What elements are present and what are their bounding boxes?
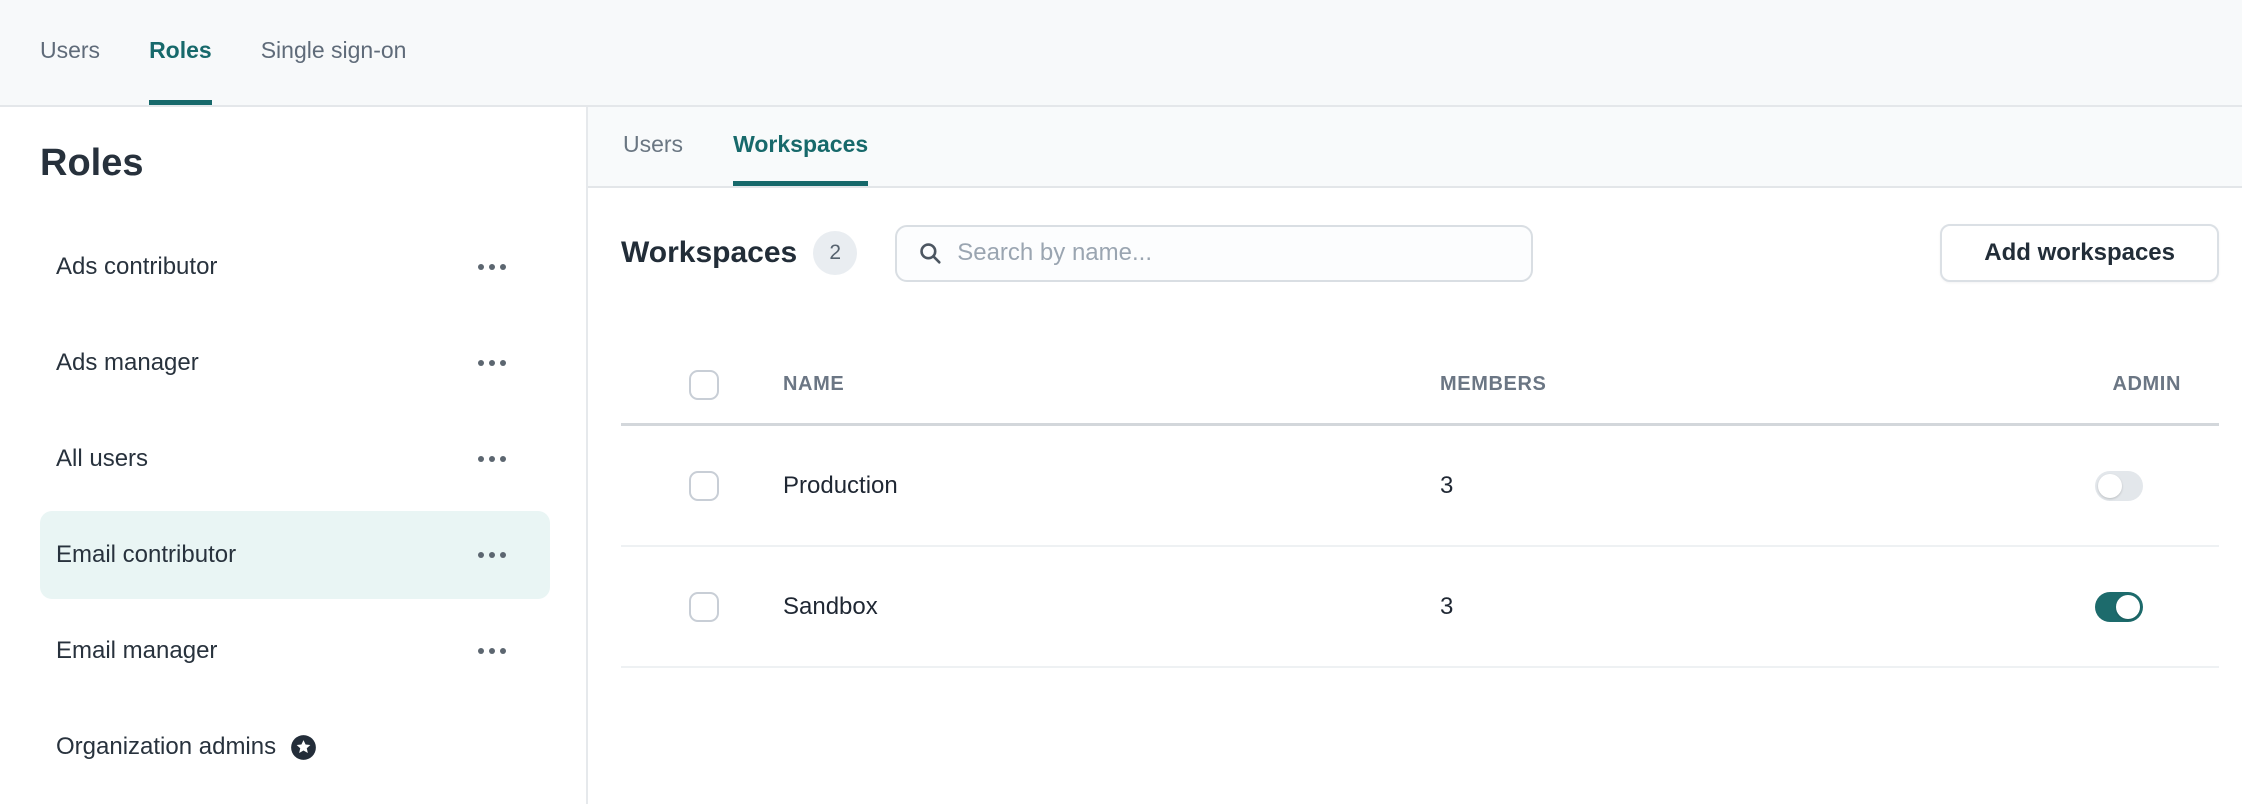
search-box: [895, 225, 1533, 282]
role-item-all-users[interactable]: All users: [40, 415, 550, 503]
workspace-name: Production: [783, 472, 1440, 500]
tab-users[interactable]: Users: [40, 0, 100, 105]
add-workspaces-button[interactable]: Add workspaces: [1940, 224, 2219, 282]
column-header-admin: ADMIN: [2095, 373, 2181, 396]
role-label-group: Organization admins: [56, 733, 317, 761]
ellipsis-icon[interactable]: [478, 256, 506, 278]
workspace-members-count: 3: [1440, 593, 2095, 621]
role-item-label: Email manager: [56, 637, 217, 665]
main-panel: Users Workspaces Workspaces 2 Add worksp…: [588, 107, 2242, 804]
role-item-label: All users: [56, 445, 148, 473]
role-item-ads-contributor[interactable]: Ads contributor: [40, 223, 550, 311]
table-row: Production 3: [621, 426, 2219, 547]
ellipsis-icon[interactable]: [478, 544, 506, 566]
page-title: Workspaces: [621, 236, 797, 270]
table-row: Sandbox 3: [621, 547, 2219, 668]
star-circle-icon: [290, 734, 317, 761]
roles-sidebar: Roles Ads contributor Ads manager All us…: [0, 107, 588, 804]
admin-toggle[interactable]: [2095, 471, 2143, 501]
toggle-knob: [2116, 595, 2140, 619]
row-checkbox[interactable]: [689, 592, 719, 622]
role-item-email-manager[interactable]: Email manager: [40, 607, 550, 695]
count-badge: 2: [813, 231, 857, 275]
column-header-members: MEMBERS: [1440, 373, 2095, 396]
tab-single-sign-on[interactable]: Single sign-on: [261, 0, 407, 105]
search-input[interactable]: [957, 239, 1511, 267]
tab-roles[interactable]: Roles: [149, 0, 212, 105]
tab-role-users[interactable]: Users: [623, 107, 683, 186]
workspaces-table: NAME MEMBERS ADMIN Production 3: [621, 346, 2219, 668]
role-item-label: Organization admins: [56, 733, 276, 761]
admin-toggle[interactable]: [2095, 592, 2143, 622]
select-all-checkbox[interactable]: [689, 370, 719, 400]
tab-role-workspaces[interactable]: Workspaces: [733, 107, 868, 186]
role-item-label: Ads manager: [56, 349, 199, 377]
role-item-email-contributor[interactable]: Email contributor: [40, 511, 550, 599]
role-detail-tabs: Users Workspaces: [588, 107, 2242, 188]
top-navigation-bar: Users Roles Single sign-on: [0, 0, 2242, 107]
role-item-organization-admins[interactable]: Organization admins: [40, 703, 550, 791]
toggle-knob: [2098, 474, 2122, 498]
workspace-name: Sandbox: [783, 593, 1440, 621]
sidebar-title: Roles: [40, 141, 550, 185]
ellipsis-icon[interactable]: [478, 640, 506, 662]
workspace-members-count: 3: [1440, 472, 2095, 500]
workspaces-content: Workspaces 2 Add workspaces NAME: [588, 188, 2242, 668]
table-header-row: NAME MEMBERS ADMIN: [621, 346, 2219, 426]
column-header-name: NAME: [783, 373, 1440, 396]
role-item-ads-manager[interactable]: Ads manager: [40, 319, 550, 407]
role-item-label: Ads contributor: [56, 253, 217, 281]
ellipsis-icon[interactable]: [478, 448, 506, 470]
role-item-label: Email contributor: [56, 541, 236, 569]
row-checkbox[interactable]: [689, 471, 719, 501]
ellipsis-icon[interactable]: [478, 352, 506, 374]
search-icon: [917, 240, 943, 266]
role-list: Ads contributor Ads manager All users Em…: [0, 223, 586, 791]
toolbar: Workspaces 2 Add workspaces: [621, 224, 2219, 282]
